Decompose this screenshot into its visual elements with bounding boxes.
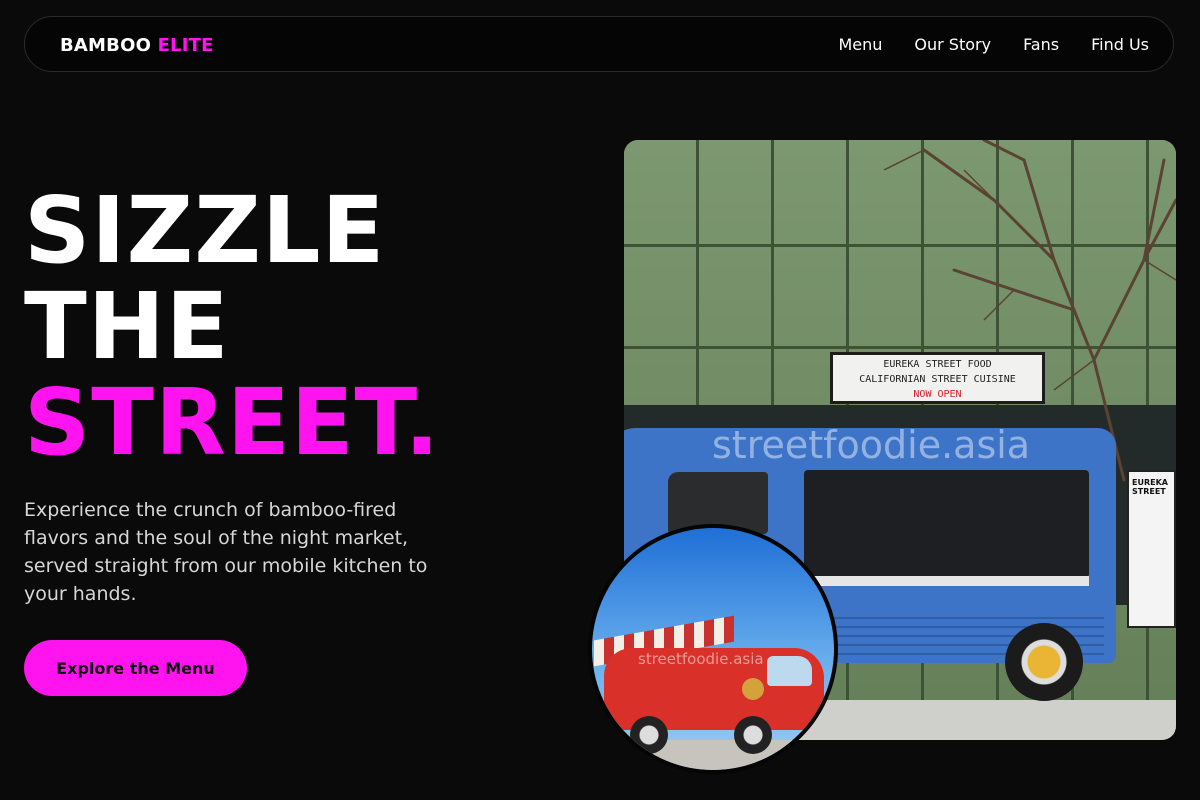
- vw-van-photo: streetfoodie.asia: [588, 524, 838, 774]
- sign-line-1: EUREKA STREET FOOD: [883, 359, 992, 370]
- brand-accent: ELITE: [157, 35, 214, 56]
- van-wheel: [734, 716, 772, 754]
- truck-service-window: [804, 470, 1089, 578]
- hero-title-accent: STREET.: [24, 369, 441, 476]
- nav-links: Menu Our Story Fans Find Us: [838, 35, 1149, 54]
- hero-description: Experience the crunch of bamboo-fired fl…: [24, 499, 428, 605]
- circle-photo-watermark: streetfoodie.asia: [638, 650, 764, 668]
- sign-line-2: CALIFORNIAN STREET CUISINE: [859, 374, 1016, 385]
- top-nav-bar: BAMBOO ELITE Menu Our Story Fans Find Us: [24, 16, 1174, 72]
- truck-counter: [804, 576, 1089, 586]
- van-windshield: [767, 656, 812, 686]
- menu-board: EUREKA STREET: [1127, 470, 1176, 628]
- nav-link-our-story[interactable]: Our Story: [914, 35, 991, 54]
- hero-title-line-2: THE: [24, 273, 230, 380]
- nav-link-fans[interactable]: Fans: [1023, 35, 1059, 54]
- sign-line-3: NOW OPEN: [913, 389, 962, 400]
- brand-logo[interactable]: BAMBOO ELITE: [60, 35, 214, 56]
- nav-link-find-us[interactable]: Find Us: [1091, 35, 1149, 54]
- hero-title-line-1: SIZZLE: [24, 177, 386, 284]
- van-logo: [742, 678, 764, 700]
- menu-board-title: EUREKA STREET: [1132, 478, 1168, 496]
- shop-sign: EUREKA STREET FOOD CALIFORNIAN STREET CU…: [830, 352, 1045, 404]
- van-wheel: [630, 716, 668, 754]
- explore-menu-button[interactable]: Explore the Menu: [24, 640, 247, 696]
- road: [592, 740, 834, 770]
- truck-wheel: [1005, 623, 1083, 701]
- brand-name: BAMBOO: [60, 35, 152, 56]
- nav-link-menu[interactable]: Menu: [838, 35, 882, 54]
- photo-watermark: streetfoodie.asia: [712, 423, 1031, 467]
- hero-title: SIZZLE THE STREET.: [24, 183, 440, 471]
